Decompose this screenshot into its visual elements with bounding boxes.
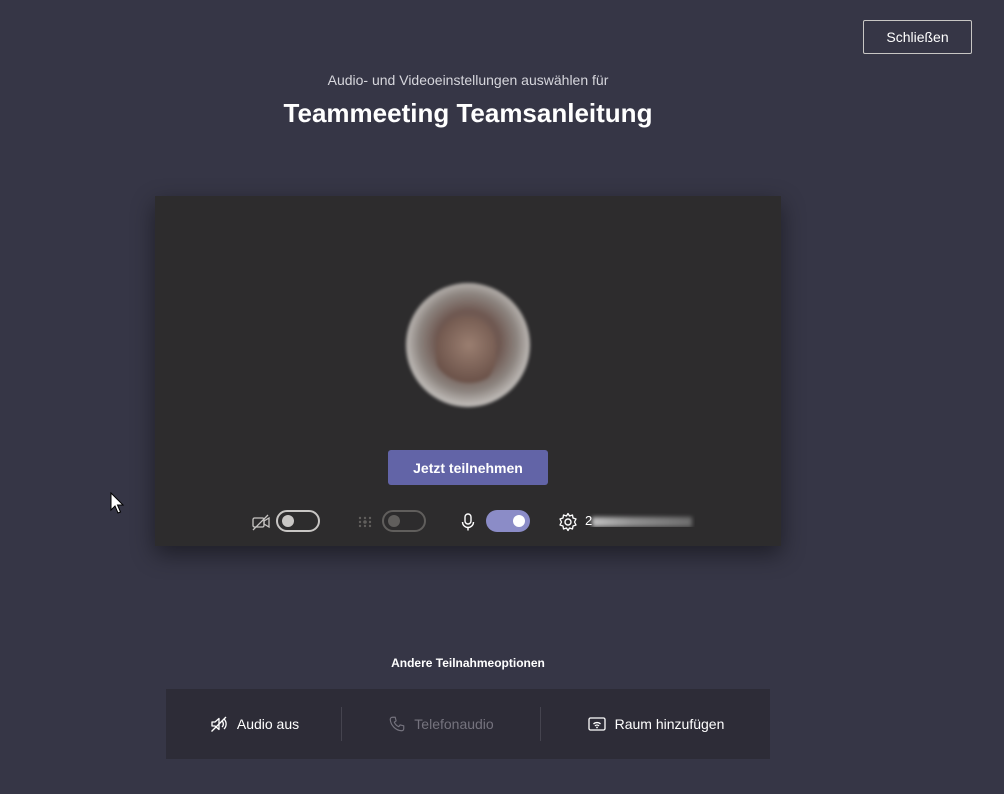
background-blur-icon (358, 516, 372, 528)
mouse-cursor-icon (110, 492, 125, 514)
device-settings-label[interactable]: 2 (585, 513, 695, 527)
cast-room-icon (587, 717, 606, 731)
microphone-toggle-knob (513, 515, 525, 527)
add-room-option[interactable]: Raum hinzufügen (541, 689, 770, 759)
add-room-label: Raum hinzufügen (614, 716, 725, 732)
audio-off-option[interactable]: Audio aus (166, 689, 342, 759)
phone-audio-option: Telefonaudio (342, 689, 540, 759)
gear-icon[interactable] (558, 512, 578, 532)
background-blur-toggle[interactable] (382, 510, 426, 532)
other-join-options-heading: Andere Teilnahmeoptionen (391, 656, 545, 670)
device-name-redacted (592, 516, 693, 527)
phone-audio-label: Telefonaudio (414, 716, 494, 732)
speaker-off-icon (210, 716, 227, 732)
other-join-options: Audio aus Telefonaudio Raum hinzufügen (166, 689, 770, 759)
device-controls: 2 (155, 508, 781, 536)
phone-icon (389, 716, 405, 732)
audio-off-label: Audio aus (236, 716, 300, 732)
join-now-button[interactable]: Jetzt teilnehmen (388, 450, 548, 485)
device-name-text: 2 (585, 513, 593, 527)
meeting-title: Teammeeting Teamsanleitung (283, 98, 653, 128)
close-button[interactable]: Schließen (863, 20, 972, 54)
page-subtitle: Audio- und Videoeinstellungen auswählen … (327, 72, 609, 88)
avatar (406, 283, 530, 407)
microphone-icon (461, 513, 475, 531)
background-blur-toggle-knob (388, 515, 400, 527)
microphone-toggle[interactable] (486, 510, 530, 532)
video-preview-panel: Jetzt teilnehmen 2 (155, 196, 781, 546)
camera-off-icon (252, 514, 270, 531)
camera-toggle-knob (282, 515, 294, 527)
camera-toggle[interactable] (276, 510, 320, 532)
